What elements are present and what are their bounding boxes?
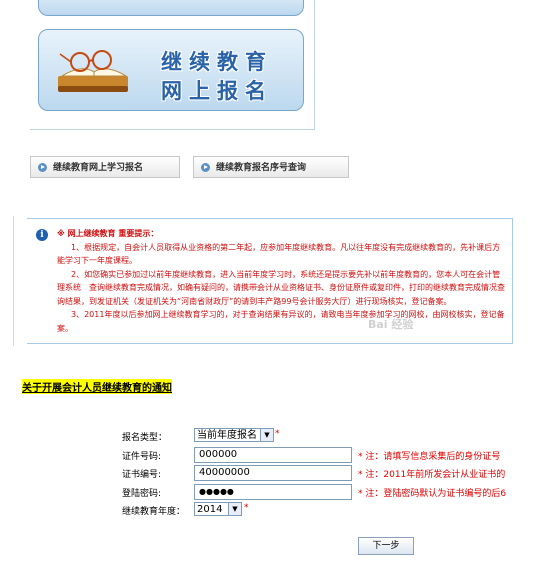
- notice-paragraph: 2、如您确实已参加过以前年度继续教育，进入当前年度学习时，系统还是提示要先补以前…: [57, 269, 505, 306]
- watermark: Bai 经验: [368, 318, 414, 331]
- chevron-down-icon: ▼: [228, 503, 241, 515]
- required-star: *: [275, 429, 280, 439]
- chevron-down-icon: ▼: [260, 429, 273, 441]
- password-hint: * 注：登陆密码默认为证书编号的后6: [358, 489, 507, 499]
- id-number-input[interactable]: 000000: [194, 447, 352, 463]
- banner-title-line2: 网上报名: [161, 79, 273, 103]
- info-icon: i: [36, 229, 48, 241]
- next-button[interactable]: 下一步: [358, 537, 414, 555]
- cert-label: 证书编号:: [122, 470, 162, 480]
- book-glasses-icon: [58, 50, 128, 92]
- important-notice: i ※ 网上继续教育 重要提示： 1、根据规定，自会计人员取得从业资格的第二年起…: [27, 218, 513, 344]
- id-hint: * 注：请填写信息采集后的身份证号: [358, 452, 501, 462]
- tab-label: 继续教育报名序号查询: [216, 163, 307, 173]
- notice-paragraph: 3、2011年度以后参加网上继续教育学习的，对于查询结果有异议的，请致电当年度参…: [57, 310, 505, 333]
- notice-paragraph: 1、根据规定，自会计人员取得从业资格的第二年起，应参加年度继续教育。凡以往年度没…: [57, 242, 501, 266]
- arrow-bullet-icon: [38, 163, 47, 172]
- divider: [13, 216, 14, 346]
- type-label: 报名类型：: [122, 433, 168, 443]
- year-select[interactable]: 2014 ▼: [194, 502, 242, 516]
- certificate-number-input[interactable]: 40000000: [194, 465, 352, 481]
- tab-registration-number-query[interactable]: 继续教育报名序号查询: [193, 156, 349, 178]
- year-label: 继续教育年度：: [122, 507, 186, 517]
- notice-link[interactable]: 关于开展会计人员继续教育的通知: [22, 379, 172, 394]
- top-banner-button[interactable]: [38, 0, 304, 16]
- banner-title-line1: 继续教育: [161, 50, 273, 74]
- password-input[interactable]: ●●●●●: [194, 484, 352, 500]
- password-label: 登陆密码:: [122, 489, 162, 499]
- notice-heading: ※ 网上继续教育 重要提示：: [57, 229, 159, 238]
- tab-online-registration[interactable]: 继续教育网上学习报名: [30, 156, 180, 178]
- select-value: 当前年度报名: [197, 430, 257, 441]
- registration-type-select[interactable]: 当前年度报名 ▼: [194, 428, 274, 442]
- cert-hint: * 注：2011年前所发会计从业证书的: [358, 470, 506, 480]
- arrow-bullet-icon: [201, 163, 210, 172]
- required-star: *: [244, 503, 249, 513]
- select-value: 2014: [197, 504, 223, 515]
- id-label: 证件号码:: [122, 452, 162, 462]
- tab-label: 继续教育网上学习报名: [53, 163, 144, 173]
